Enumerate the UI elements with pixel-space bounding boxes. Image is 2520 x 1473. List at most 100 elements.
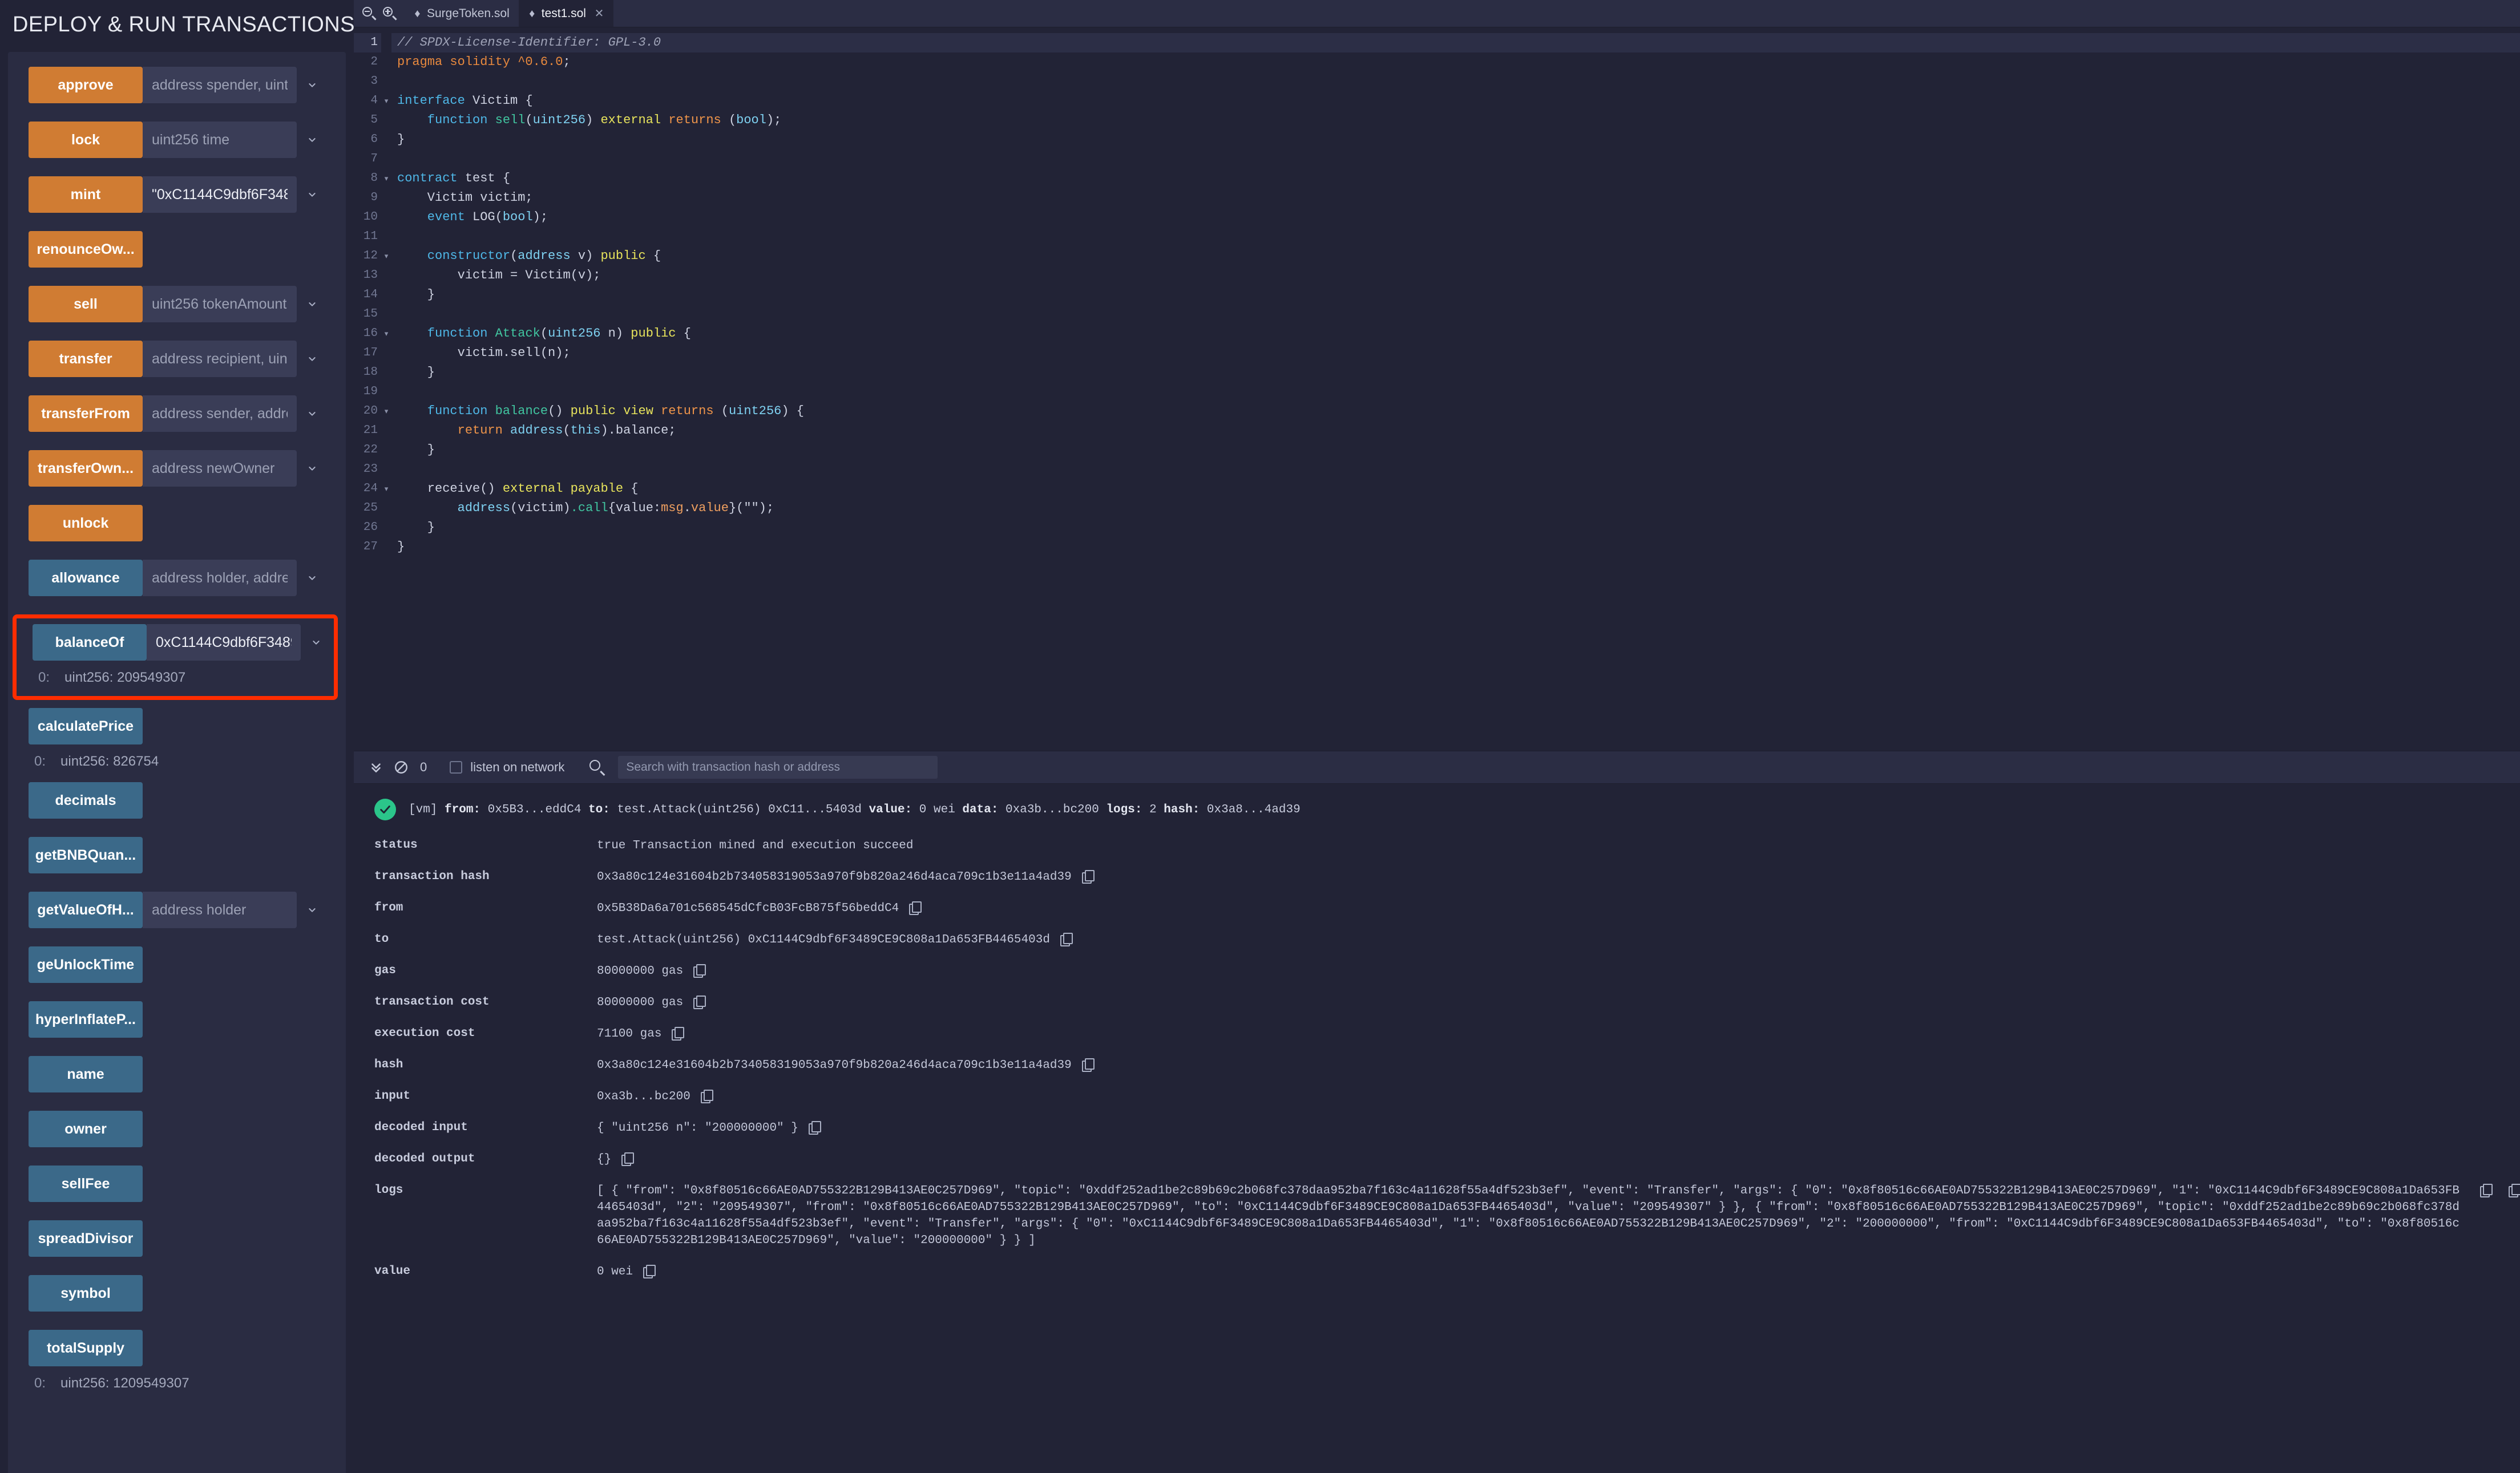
function-button-transferown[interactable]: transferOwn... bbox=[29, 450, 143, 487]
function-result-calculateprice: 0:uint256: 826754 bbox=[34, 754, 346, 770]
function-row-geunlocktime: geUnlockTime bbox=[29, 946, 346, 983]
function-input-mint[interactable] bbox=[143, 176, 297, 213]
function-input-lock[interactable] bbox=[143, 122, 297, 158]
function-button-spreaddivisor[interactable]: spreadDivisor bbox=[29, 1220, 143, 1257]
detail-key: transaction cost bbox=[374, 994, 597, 1009]
function-input-transferown[interactable] bbox=[143, 450, 297, 487]
search-input[interactable] bbox=[618, 756, 938, 779]
function-input-getvalueofh[interactable] bbox=[143, 892, 297, 928]
chevron-down-icon[interactable] bbox=[297, 450, 328, 487]
detail-value: { "uint256 n": "200000000" } bbox=[597, 1120, 798, 1136]
function-button-owner[interactable]: owner bbox=[29, 1111, 143, 1147]
copy-icon[interactable] bbox=[1060, 933, 1072, 946]
function-input-balanceof[interactable] bbox=[147, 624, 301, 661]
code-line: // SPDX-License-Identifier: GPL-3.0 bbox=[391, 33, 2520, 52]
fold-gutter[interactable]: ▾ ▾ ▾ ▾ ▾ ▾ bbox=[381, 27, 391, 751]
chevron-down-icon[interactable] bbox=[297, 341, 328, 377]
function-button-lock[interactable]: lock bbox=[29, 122, 143, 158]
editor-tab-surgetoken-sol[interactable]: ♦SurgeToken.sol bbox=[404, 0, 519, 27]
function-input-sell[interactable] bbox=[143, 286, 297, 322]
function-button-getbnbquan[interactable]: getBNBQuan... bbox=[29, 837, 143, 873]
function-result-balanceof: 0:uint256: 209549307 bbox=[38, 670, 334, 686]
fold-spacer bbox=[381, 421, 391, 440]
chevron-down-icon[interactable] bbox=[297, 395, 328, 432]
function-button-unlock[interactable]: unlock bbox=[29, 505, 143, 541]
detail-value-cell: 0x5B38Da6a701c568545dCfcB03FcB875f56bedd… bbox=[597, 900, 2520, 917]
copy-icon[interactable] bbox=[672, 1027, 683, 1041]
function-input-transfer[interactable] bbox=[143, 341, 297, 377]
function-button-approve[interactable]: approve bbox=[29, 67, 143, 103]
fold-toggle-icon[interactable]: ▾ bbox=[381, 402, 391, 421]
chevron-down-icon[interactable] bbox=[301, 624, 332, 661]
detail-value-cell: 0x3a80c124e31604b2b734058319053a970f9b82… bbox=[597, 869, 2520, 885]
code-line: } bbox=[391, 130, 2520, 149]
function-button-geunlocktime[interactable]: geUnlockTime bbox=[29, 946, 143, 983]
function-button-totalsupply[interactable]: totalSupply bbox=[29, 1330, 143, 1366]
copy-icon[interactable] bbox=[693, 964, 705, 978]
chevron-down-icon[interactable] bbox=[297, 176, 328, 213]
function-button-symbol[interactable]: symbol bbox=[29, 1275, 143, 1312]
chevron-down-icon[interactable] bbox=[297, 67, 328, 103]
copy-icon[interactable] bbox=[1082, 1058, 1093, 1072]
fold-spacer bbox=[381, 227, 391, 246]
function-input-approve[interactable] bbox=[143, 67, 297, 103]
chevron-down-icon[interactable] bbox=[297, 892, 328, 928]
function-result-totalsupply: 0:uint256: 1209549307 bbox=[34, 1375, 346, 1391]
transaction-detail-row: transaction hash0x3a80c124e31604b2b73405… bbox=[374, 869, 2520, 885]
function-button-getvalueofh[interactable]: getValueOfH... bbox=[29, 892, 143, 928]
function-button-sell[interactable]: sell bbox=[29, 286, 143, 322]
chevrons-down-icon[interactable] bbox=[366, 758, 386, 777]
function-button-calculateprice[interactable]: calculatePrice bbox=[29, 708, 143, 744]
chevron-down-icon[interactable] bbox=[297, 560, 328, 596]
zoom-out-icon[interactable] bbox=[362, 6, 377, 21]
function-button-transferfrom[interactable]: transferFrom bbox=[29, 395, 143, 432]
function-button-allowance[interactable]: allowance bbox=[29, 560, 143, 596]
editor-tab-test1-sol[interactable]: ♦test1.sol✕ bbox=[519, 0, 613, 27]
fold-spacer bbox=[381, 537, 391, 557]
transaction-summary-row[interactable]: [vm] from: 0x5B3...eddC4 to: test.Attack… bbox=[354, 799, 2520, 820]
fold-toggle-icon[interactable]: ▾ bbox=[381, 169, 391, 188]
code-line: return address(this).balance; bbox=[391, 421, 2520, 440]
detail-value-cell: 0x3a80c124e31604b2b734058319053a970f9b82… bbox=[597, 1057, 2520, 1074]
function-button-mint[interactable]: mint bbox=[29, 176, 143, 213]
detail-key: logs bbox=[374, 1183, 597, 1197]
code-line: victim.sell(n); bbox=[391, 343, 2520, 363]
copy-icon[interactable] bbox=[643, 1265, 655, 1278]
function-button-transfer[interactable]: transfer bbox=[29, 341, 143, 377]
code-editor[interactable]: 1234567891011121314151617181920212223242… bbox=[354, 27, 2520, 751]
ban-icon[interactable] bbox=[391, 758, 411, 777]
copy-icon[interactable] bbox=[809, 1121, 820, 1135]
copy-icon[interactable] bbox=[701, 1090, 712, 1103]
copy-icon[interactable] bbox=[909, 901, 920, 915]
function-button-hyperinflatep[interactable]: hyperInflateP... bbox=[29, 1001, 143, 1038]
terminal-output: [vm] from: 0x5B3...eddC4 to: test.Attack… bbox=[354, 784, 2520, 1473]
code-line bbox=[391, 382, 2520, 402]
copy-icon[interactable] bbox=[2480, 1184, 2491, 1197]
listen-on-network-checkbox[interactable] bbox=[450, 761, 462, 774]
function-input-allowance[interactable] bbox=[143, 560, 297, 596]
line-number: 15 bbox=[354, 305, 381, 324]
fold-toggle-icon[interactable]: ▾ bbox=[381, 246, 391, 266]
search-icon[interactable] bbox=[588, 759, 605, 776]
function-button-renounceow[interactable]: renounceOw... bbox=[29, 231, 143, 268]
close-icon[interactable]: ✕ bbox=[594, 6, 604, 21]
function-button-balanceof[interactable]: balanceOf bbox=[33, 624, 147, 661]
fold-toggle-icon[interactable]: ▾ bbox=[381, 91, 391, 111]
fold-toggle-icon[interactable]: ▾ bbox=[381, 479, 391, 499]
chevron-down-icon[interactable] bbox=[297, 122, 328, 158]
zoom-in-icon[interactable] bbox=[382, 6, 397, 21]
fold-toggle-icon[interactable]: ▾ bbox=[381, 324, 391, 343]
code-content[interactable]: // SPDX-License-Identifier: GPL-3.0pragm… bbox=[391, 27, 2520, 751]
copy-icon[interactable] bbox=[2509, 1184, 2520, 1197]
function-row-allowance: allowance bbox=[29, 560, 346, 596]
line-number: 23 bbox=[354, 460, 381, 479]
function-button-sellfee[interactable]: sellFee bbox=[29, 1166, 143, 1202]
function-button-decimals[interactable]: decimals bbox=[29, 782, 143, 819]
chevron-down-icon[interactable] bbox=[297, 286, 328, 322]
copy-icon[interactable] bbox=[693, 996, 705, 1009]
line-number: 11 bbox=[354, 227, 381, 246]
copy-icon[interactable] bbox=[621, 1152, 633, 1166]
copy-icon[interactable] bbox=[1082, 870, 1093, 884]
function-input-transferfrom[interactable] bbox=[143, 395, 297, 432]
function-button-name[interactable]: name bbox=[29, 1056, 143, 1092]
